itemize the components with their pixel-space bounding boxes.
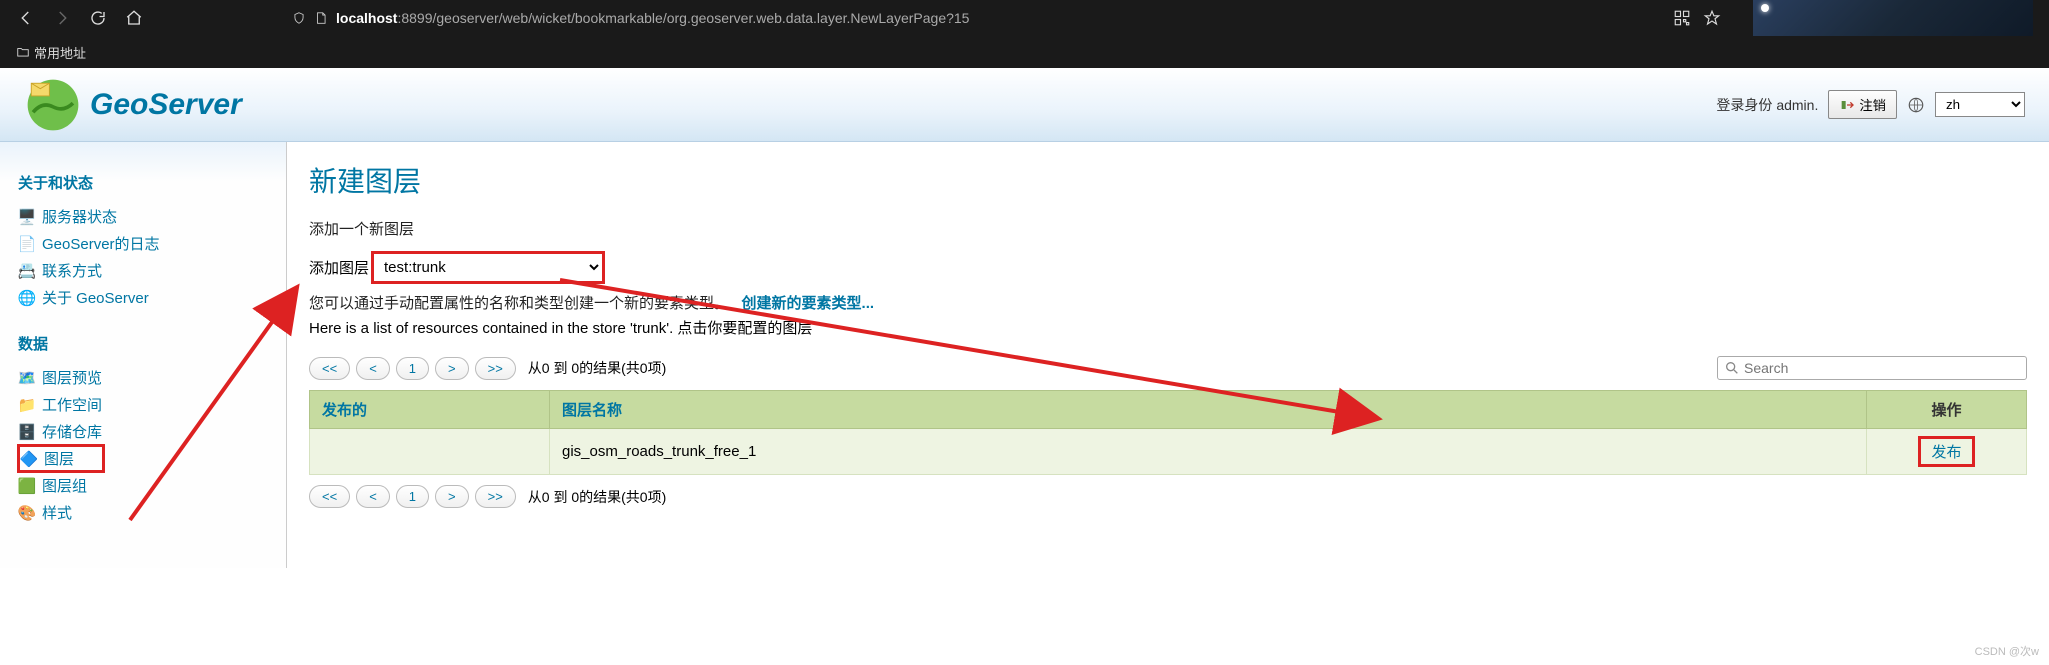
url-path: :8899/geoserver/web/wicket/bookmarkable/…: [397, 10, 969, 26]
reload-button[interactable]: [84, 4, 112, 32]
search-icon: [1724, 360, 1740, 376]
qr-icon[interactable]: [1673, 9, 1691, 27]
sidebar-section-about: 关于和状态: [18, 172, 268, 193]
watermark: CSDN @次w: [1975, 643, 2039, 659]
sidebar-item-workspace[interactable]: 📁工作空间: [18, 391, 268, 418]
sidebar-section-data: 数据: [18, 333, 268, 354]
main-content: 新建图层 添加一个新图层 添加图层 test:trunk 您可以通过手动配置属性…: [286, 142, 2049, 568]
layer-preview-icon: 🗺️: [18, 369, 36, 387]
bookmarks-bar[interactable]: 常用地址: [0, 36, 2049, 68]
pager-prev[interactable]: <: [356, 357, 390, 380]
pager-last-b[interactable]: >>: [475, 485, 516, 508]
shield-icon: [292, 11, 306, 25]
col-name[interactable]: 图层名称: [550, 391, 1867, 429]
col-published[interactable]: 发布的: [310, 391, 550, 429]
geoserver-logo-icon: [24, 76, 82, 134]
server-status-icon: 🖥️: [18, 208, 36, 226]
sidebar-item-contact[interactable]: 📇联系方式: [18, 257, 268, 284]
pager-next[interactable]: >: [435, 357, 469, 380]
pager-top: << < 1 > >> 从0 到 0的结果(共0项): [309, 356, 2027, 380]
sidebar-item-styles[interactable]: 🎨样式: [18, 499, 268, 526]
sidebar-item-about[interactable]: 🌐关于 GeoServer: [18, 284, 268, 311]
logout-button[interactable]: 注销: [1828, 90, 1897, 119]
sidebar-item-stores[interactable]: 🗄️存储仓库: [18, 418, 268, 445]
store-select[interactable]: test:trunk: [373, 253, 603, 282]
pager-page-b[interactable]: 1: [396, 485, 429, 508]
log-icon: 📄: [18, 235, 36, 253]
store-icon: 🗄️: [18, 423, 36, 441]
login-status: 登录身份 admin.: [1716, 95, 1818, 115]
resource-hint: Here is a list of resources contained in…: [309, 317, 2027, 338]
sidebar-item-layer-preview[interactable]: 🗺️图层预览: [18, 364, 268, 391]
folder-icon: [16, 45, 30, 59]
contact-icon: 📇: [18, 262, 36, 280]
globe-icon: [1907, 96, 1925, 114]
home-button[interactable]: [120, 4, 148, 32]
sidebar: 关于和状态 🖥️服务器状态 📄GeoServer的日志 📇联系方式 🌐关于 Ge…: [0, 142, 286, 568]
add-layer-label: 添加图层: [309, 257, 369, 278]
pager-bottom: << < 1 > >> 从0 到 0的结果(共0项): [309, 485, 2027, 508]
col-op: 操作: [1867, 391, 2027, 429]
logout-icon: [1839, 97, 1855, 113]
create-feature-type-link[interactable]: 创建新的要素类型...: [742, 295, 875, 312]
url-bar[interactable]: localhost:8899/geoserver/web/wicket/book…: [292, 10, 1673, 26]
logo-text: GeoServer: [90, 88, 242, 122]
logo[interactable]: GeoServer: [24, 76, 242, 134]
url-host: localhost: [336, 10, 397, 26]
back-button[interactable]: [12, 4, 40, 32]
sidebar-item-logs[interactable]: 📄GeoServer的日志: [18, 230, 268, 257]
sidebar-item-server-status[interactable]: 🖥️服务器状态: [18, 203, 268, 230]
cell-published: [310, 429, 550, 475]
forward-button[interactable]: [48, 4, 76, 32]
theme-thumbnail: [1753, 0, 2033, 36]
browser-top-bar: localhost:8899/geoserver/web/wicket/book…: [0, 0, 2049, 68]
style-icon: 🎨: [18, 504, 36, 522]
workspace-icon: 📁: [18, 396, 36, 414]
search-input[interactable]: [1744, 360, 2020, 376]
sidebar-item-layers[interactable]: 🔷图层: [18, 445, 104, 472]
sidebar-item-layer-groups[interactable]: 🟩图层组: [18, 472, 268, 499]
cell-layer-name: gis_osm_roads_trunk_free_1: [550, 429, 1867, 475]
pager-summary: 从0 到 0的结果(共0项): [528, 358, 666, 378]
pager-prev-b[interactable]: <: [356, 485, 390, 508]
layer-table: 发布的 图层名称 操作 gis_osm_roads_trunk_free_1 发…: [309, 390, 2027, 475]
pager-page[interactable]: 1: [396, 357, 429, 380]
publish-link[interactable]: 发布: [1921, 439, 1971, 464]
layer-icon: 🔷: [20, 450, 38, 468]
layergroup-icon: 🟩: [18, 477, 36, 495]
bookmark-star-icon[interactable]: [1703, 9, 1721, 27]
pager-first-b[interactable]: <<: [309, 485, 350, 508]
language-select[interactable]: zh: [1935, 92, 2025, 117]
geoserver-header: GeoServer 登录身份 admin. 注销 zh: [0, 68, 2049, 142]
pager-last[interactable]: >>: [475, 357, 516, 380]
bookmark-folder-label[interactable]: 常用地址: [34, 43, 86, 62]
page-subtitle: 添加一个新图层: [309, 218, 2027, 239]
pager-summary-b: 从0 到 0的结果(共0项): [528, 487, 666, 507]
pager-first[interactable]: <<: [309, 357, 350, 380]
page-title: 新建图层: [309, 160, 2027, 200]
pager-next-b[interactable]: >: [435, 485, 469, 508]
page-icon: [314, 11, 328, 25]
table-row: gis_osm_roads_trunk_free_1 发布: [310, 429, 2027, 475]
search-box[interactable]: [1717, 356, 2027, 380]
hint-text: 您可以通过手动配置属性的名称和类型创建一个新的要素类型。: [309, 295, 729, 312]
about-icon: 🌐: [18, 289, 36, 307]
